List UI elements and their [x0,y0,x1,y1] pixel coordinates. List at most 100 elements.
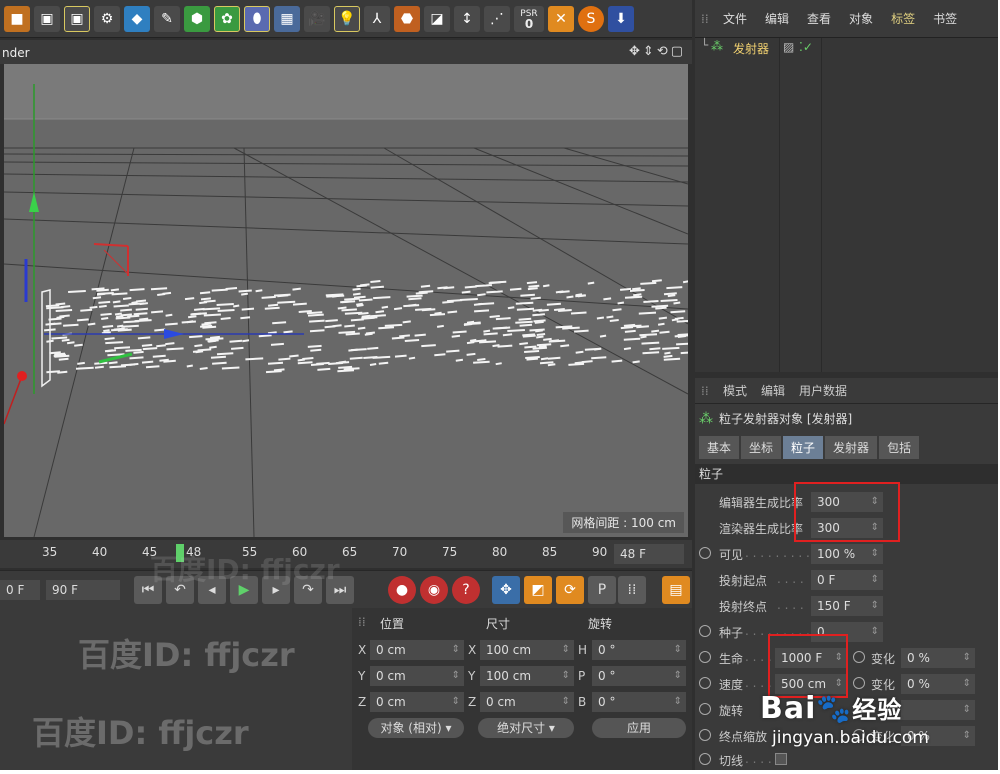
menu-mode[interactable]: 模式 [723,382,747,399]
animate-radio[interactable] [699,625,711,637]
speed-variation-field[interactable]: 0 % [901,674,975,694]
light-icon[interactable]: 💡 [334,5,360,32]
size-mode-dropdown[interactable]: 绝对尺寸 ▾ [478,718,574,738]
animate-radio[interactable] [699,703,711,715]
particle-streak [548,339,566,343]
start-frame-field[interactable]: 0 F [0,580,40,600]
record-icon[interactable]: ● [388,576,416,604]
rotation-p-field[interactable]: 0 ° [592,666,686,686]
autokey-icon[interactable]: ◉ [420,576,448,604]
point-level-icon[interactable]: ⁞⁞ [618,576,646,604]
animate-radio[interactable] [699,753,711,765]
particle-streak [105,341,124,345]
object-row-emitter[interactable]: └ ⁂ 发射器 ▨ ⁚✓ [695,38,998,58]
tangent-checkbox[interactable] [775,753,787,765]
particle-streak [381,305,389,309]
menu-user-data[interactable]: 用户数据 [799,382,847,399]
pen-spline-icon[interactable]: ✎ [154,5,180,32]
character-icon[interactable]: ⅄ [364,5,390,32]
position-z-field[interactable]: 0 cm [370,692,464,712]
animate-radio[interactable] [699,547,711,559]
cloner-icon[interactable]: ✿ [214,5,240,32]
tab-particle[interactable]: 粒子 [783,436,824,459]
render-picture-viewer-icon[interactable]: ▣ [64,5,90,32]
prop-label: 投射起点 [719,574,768,588]
camera-icon[interactable]: 🎥 [304,5,330,32]
particle-streak [162,291,172,295]
layer-icon[interactable]: ▨ [783,40,794,54]
snap-icon[interactable]: ⋰ [484,5,510,32]
particle-streak [220,317,231,320]
apply-button[interactable]: 应用 [592,718,686,738]
size-mode-value: 绝对尺寸 [497,721,546,735]
max-frame-field[interactable]: 90 F [46,580,120,600]
import-arrow-icon[interactable]: ⬇ [608,5,634,32]
rotation-h-field[interactable]: 0 ° [592,640,686,660]
menu-view[interactable]: 查看 [807,10,831,27]
particle-streak [532,308,543,312]
animate-radio[interactable] [853,651,865,663]
timeline-window-icon[interactable]: ▤ [662,576,690,604]
particle-streak [133,350,144,354]
transform-icon[interactable]: ✕ [548,5,574,32]
particle-streak [519,342,529,346]
size-x-field[interactable]: 100 cm [480,640,574,660]
animate-radio[interactable] [699,651,711,663]
visibility-check-icon[interactable]: ⁚✓ [799,40,813,54]
coordinates-header: ⁞⁞ 位置 尺寸 旋转 [356,612,690,632]
psr-icon[interactable]: PSR 0 [514,5,544,32]
size-z-field[interactable]: 0 cm [480,692,574,712]
menu-edit-attr[interactable]: 编辑 [761,382,785,399]
size-y-field[interactable]: 100 cm [480,666,574,686]
particle-streak [94,365,104,369]
menu-object[interactable]: 对象 [849,10,873,27]
menu-bookmarks[interactable]: 书签 [933,10,957,27]
prop-emit-end: 投射终点 . . . . 150 F [695,594,998,618]
move-key-icon[interactable]: ✥ [492,576,520,604]
particle-streak [570,311,587,315]
axis-xyz-icon[interactable]: ↕ [454,5,480,32]
tab-emitter[interactable]: 发射器 [825,436,878,459]
scale-key-icon[interactable]: ◩ [524,576,552,604]
rotation-b-field[interactable]: 0 ° [592,692,686,712]
animate-radio[interactable] [853,677,865,689]
timeline-tick: 65 [342,545,358,559]
s-sculpt-icon[interactable]: S [578,5,604,32]
menu-edit[interactable]: 编辑 [765,10,789,27]
subdivision-icon[interactable]: ⬢ [184,5,210,32]
pos-axis-label: Y [358,669,366,683]
render-region-icon[interactable]: ◪ [424,5,450,32]
render-view-icon[interactable]: ▣ [34,5,60,32]
animate-radio[interactable] [699,729,711,741]
animate-radio[interactable] [699,677,711,689]
tab-include[interactable]: 包括 [879,436,920,459]
rotation-variation-field[interactable] [901,700,975,720]
floor-icon[interactable]: ▦ [274,5,300,32]
emit-start-field[interactable]: 0 F [811,570,883,590]
3d-viewport[interactable]: 网格间距 : 100 cm [4,64,688,537]
render-settings-icon[interactable]: ⚙ [94,5,120,32]
timeline-ruler[interactable]: 35 40 45 55 60 65 70 75 80 85 90 48 48 F [0,540,692,568]
keyframe-selection-icon[interactable]: ? [452,576,480,604]
menu-file[interactable]: 文件 [723,10,747,27]
cube-primitive-icon[interactable]: ◆ [124,5,150,32]
end-frame-field[interactable]: 48 F [614,544,684,564]
cube-orange-icon[interactable]: ■ [4,5,30,32]
particle-streak [57,370,68,374]
particle-streak [612,308,622,312]
lifetime-variation-field[interactable]: 0 % [901,648,975,668]
rotate-key-icon[interactable]: ⟳ [556,576,584,604]
position-x-field[interactable]: 0 cm [370,640,464,660]
tab-basic[interactable]: 基本 [699,436,740,459]
tab-coord[interactable]: 坐标 [741,436,782,459]
box-tag-icon[interactable]: ⬣ [394,5,420,32]
visible-field[interactable]: 100 % [811,544,883,564]
emit-end-field[interactable]: 150 F [811,596,883,616]
param-key-icon[interactable]: P [588,576,616,604]
position-y-field[interactable]: 0 cm [370,666,464,686]
viewport-nav-icons[interactable]: ✥⇕⟲▢ [629,44,686,59]
coordinate-mode-dropdown[interactable]: 对象 (相对) ▾ [368,718,464,738]
particle-streak [66,341,75,345]
deformer-icon[interactable]: ⬮ [244,5,270,32]
menu-tags[interactable]: 标签 [891,10,915,27]
